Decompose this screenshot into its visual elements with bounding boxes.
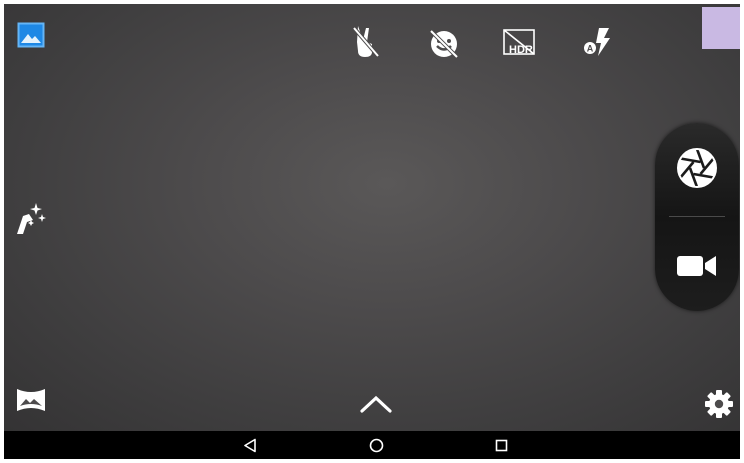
video-camera-icon[interactable] [675, 251, 719, 281]
camera-shutter-icon[interactable] [675, 146, 719, 190]
flash-auto-icon[interactable]: A [582, 26, 614, 58]
last-photo-thumbnail[interactable] [702, 7, 740, 49]
chevron-up-icon[interactable] [358, 392, 394, 416]
gesture-shot-off-icon[interactable] [350, 24, 382, 60]
back-icon[interactable] [243, 438, 257, 453]
panorama-icon[interactable] [15, 386, 47, 414]
recents-icon[interactable] [495, 439, 508, 452]
hdr-label: HDR [509, 44, 533, 56]
panel-divider [669, 216, 725, 217]
smile-shot-off-icon[interactable] [428, 28, 460, 60]
navigation-bar [4, 431, 740, 459]
beauty-mode-icon[interactable] [13, 200, 47, 236]
gallery-icon[interactable] [17, 22, 45, 48]
settings-gear-icon[interactable] [703, 388, 735, 420]
camera-screen: HDR A [4, 4, 740, 459]
hdr-off-icon[interactable]: HDR [502, 27, 538, 59]
home-icon[interactable] [369, 438, 384, 453]
viewfinder[interactable]: HDR A [4, 4, 740, 431]
flash-mode-label: A [587, 44, 594, 54]
capture-mode-panel [655, 123, 739, 311]
